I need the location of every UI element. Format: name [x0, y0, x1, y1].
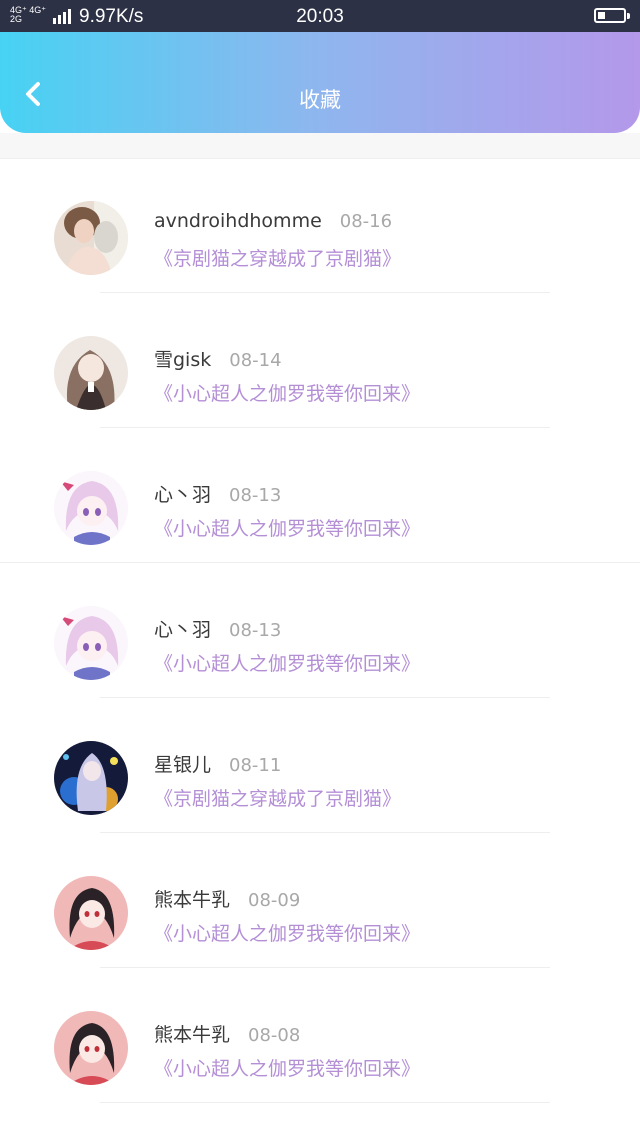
book-title-link[interactable]: 《小心超人之伽罗我等你回来》: [154, 649, 420, 676]
avatar[interactable]: [54, 471, 128, 545]
user-name: 星银儿: [154, 754, 212, 776]
favorite-date: 08-08: [248, 1025, 301, 1046]
avatar[interactable]: [54, 876, 128, 950]
avatar[interactable]: [54, 606, 128, 680]
user-name: 熊本牛乳: [154, 889, 231, 911]
status-bar: 4G⁺ 4G⁺ 2G 9.97K/s 20:03: [0, 0, 640, 32]
list-item[interactable]: 心丶羽 08-13 《小心超人之伽罗我等你回来》: [0, 563, 640, 698]
user-name: avndroihdhomme: [154, 210, 322, 232]
list-item[interactable]: 熊本牛乳 08-09 《小心超人之伽罗我等你回来》: [0, 833, 640, 968]
divider: [100, 1102, 550, 1103]
user-name: 熊本牛乳: [154, 1024, 231, 1046]
user-name: 心丶羽: [154, 619, 212, 641]
list-item[interactable]: 雪gisk 08-14 《小心超人之伽罗我等你回来》: [0, 293, 640, 428]
avatar[interactable]: [54, 741, 128, 815]
list-item[interactable]: 星银儿 08-11 《京剧猫之穿越成了京剧猫》: [0, 698, 640, 833]
favorite-date: 08-13: [229, 485, 282, 506]
book-title-link[interactable]: 《小心超人之伽罗我等你回来》: [154, 919, 420, 946]
battery-icon: [594, 8, 630, 23]
list-item[interactable]: avndroihdhomme 08-16 《京剧猫之穿越成了京剧猫》: [0, 158, 640, 293]
user-name: 雪gisk: [154, 349, 212, 371]
list-item[interactable]: 心丶羽 08-13 《小心超人之伽罗我等你回来》: [0, 428, 640, 563]
favorite-date: 08-16: [339, 211, 393, 232]
favorite-date: 08-11: [229, 755, 282, 776]
favorite-date: 08-13: [229, 620, 282, 641]
book-title-link[interactable]: 《小心超人之伽罗我等你回来》: [154, 514, 420, 541]
favorite-date: 08-09: [248, 890, 301, 911]
favorite-date: 08-14: [229, 350, 282, 371]
clock: 20:03: [296, 6, 344, 27]
page-title: 收藏: [299, 88, 341, 112]
avatar[interactable]: [54, 336, 128, 410]
book-title-link[interactable]: 《小心超人之伽罗我等你回来》: [154, 379, 420, 406]
header-spacer: [0, 133, 640, 159]
favorites-list: avndroihdhomme 08-16 《京剧猫之穿越成了京剧猫》 雪gisk 0…: [0, 158, 640, 1103]
user-name: 心丶羽: [154, 484, 212, 506]
list-item[interactable]: 熊本牛乳 08-08 《小心超人之伽罗我等你回来》: [0, 968, 640, 1103]
book-title-link[interactable]: 《京剧猫之穿越成了京剧猫》: [154, 244, 401, 271]
book-title-link[interactable]: 《小心超人之伽罗我等你回来》: [154, 1054, 420, 1081]
app-header: 收藏: [0, 32, 640, 133]
avatar[interactable]: [54, 1011, 128, 1085]
avatar[interactable]: [54, 201, 128, 275]
book-title-link[interactable]: 《京剧猫之穿越成了京剧猫》: [154, 784, 401, 811]
